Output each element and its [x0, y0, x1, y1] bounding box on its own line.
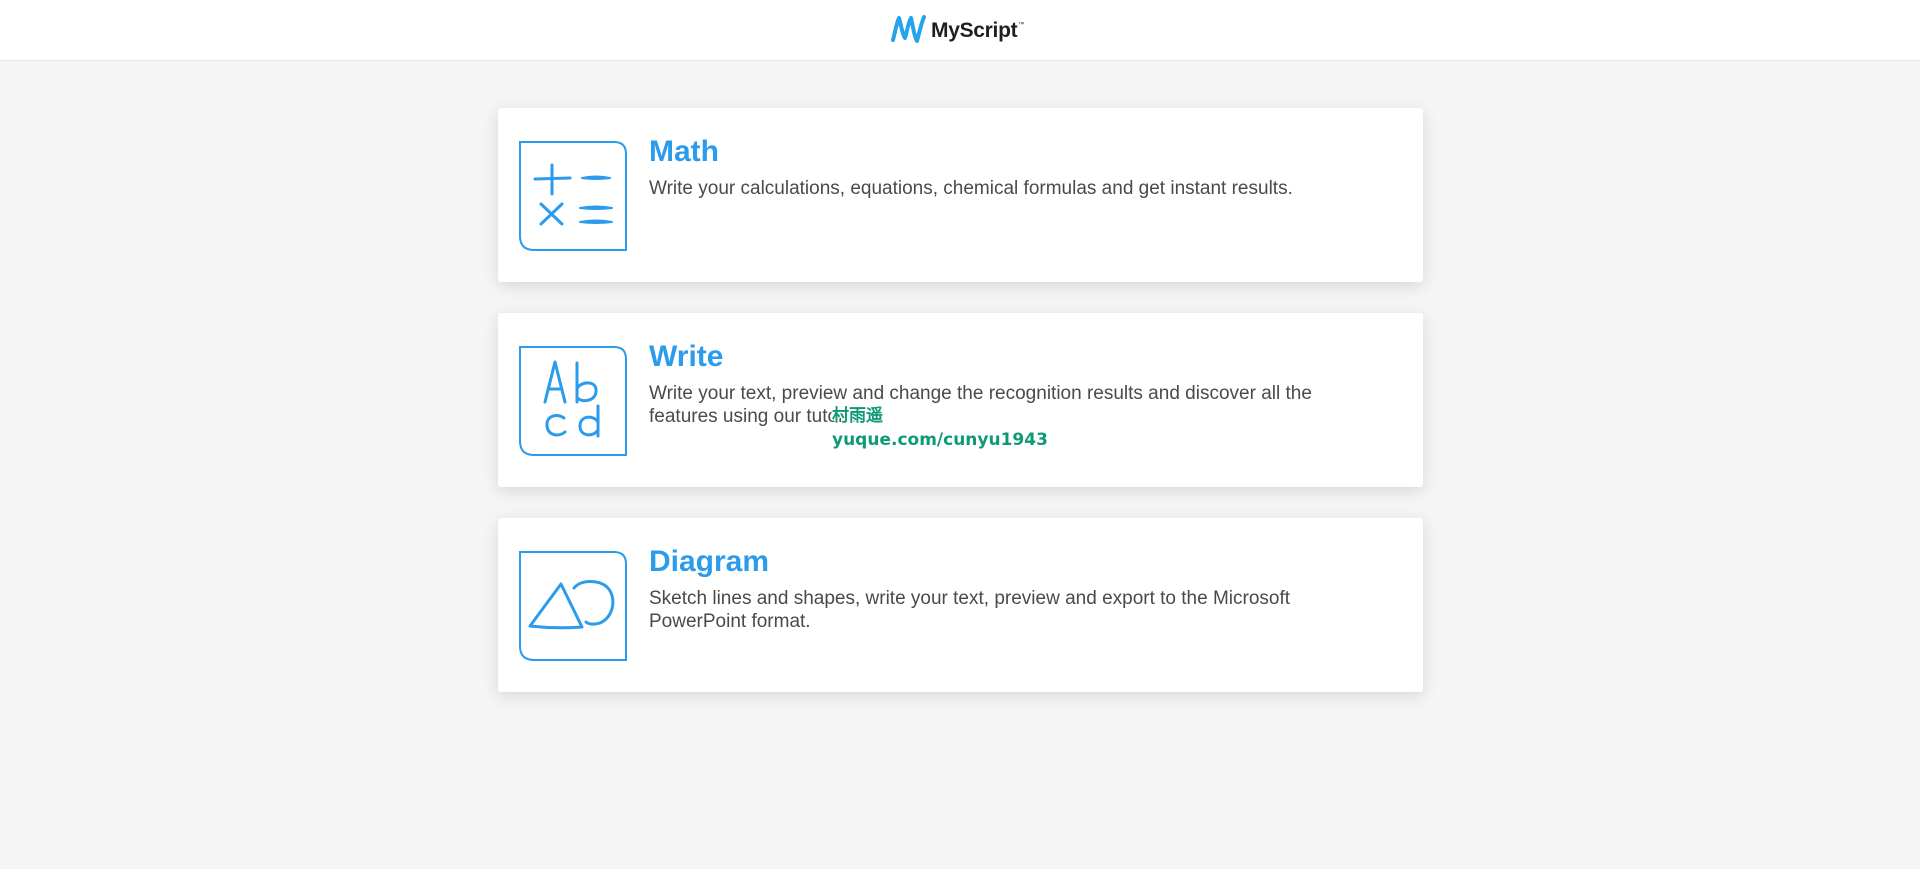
card-diagram[interactable]: Diagram Sketch lines and shapes, write y…	[498, 518, 1423, 692]
myscript-m-icon	[891, 15, 926, 43]
top-header: MyScript ™	[0, 0, 1920, 61]
myscript-logo[interactable]: MyScript ™	[890, 14, 1024, 46]
logo-text: MyScript	[931, 19, 1018, 42]
card-description-diagram: Sketch lines and shapes, write your text…	[649, 588, 1291, 632]
abcd-letters-icon	[518, 345, 628, 457]
card-title-write: Write	[649, 340, 724, 373]
card-write[interactable]: Write Write your text, preview and chang…	[498, 313, 1423, 487]
card-math[interactable]: Math Write your calculations, equations,…	[498, 108, 1423, 282]
card-description-math: Write your calculations, equations, chem…	[649, 178, 1293, 199]
triangle-circle-icon	[518, 550, 628, 662]
logo-trademark: ™	[1018, 22, 1025, 28]
card-description-write: Write your text, preview and change the …	[649, 383, 1312, 427]
card-title-math: Math	[649, 135, 719, 168]
math-symbols-icon	[518, 140, 628, 252]
card-title-diagram: Diagram	[649, 545, 770, 578]
